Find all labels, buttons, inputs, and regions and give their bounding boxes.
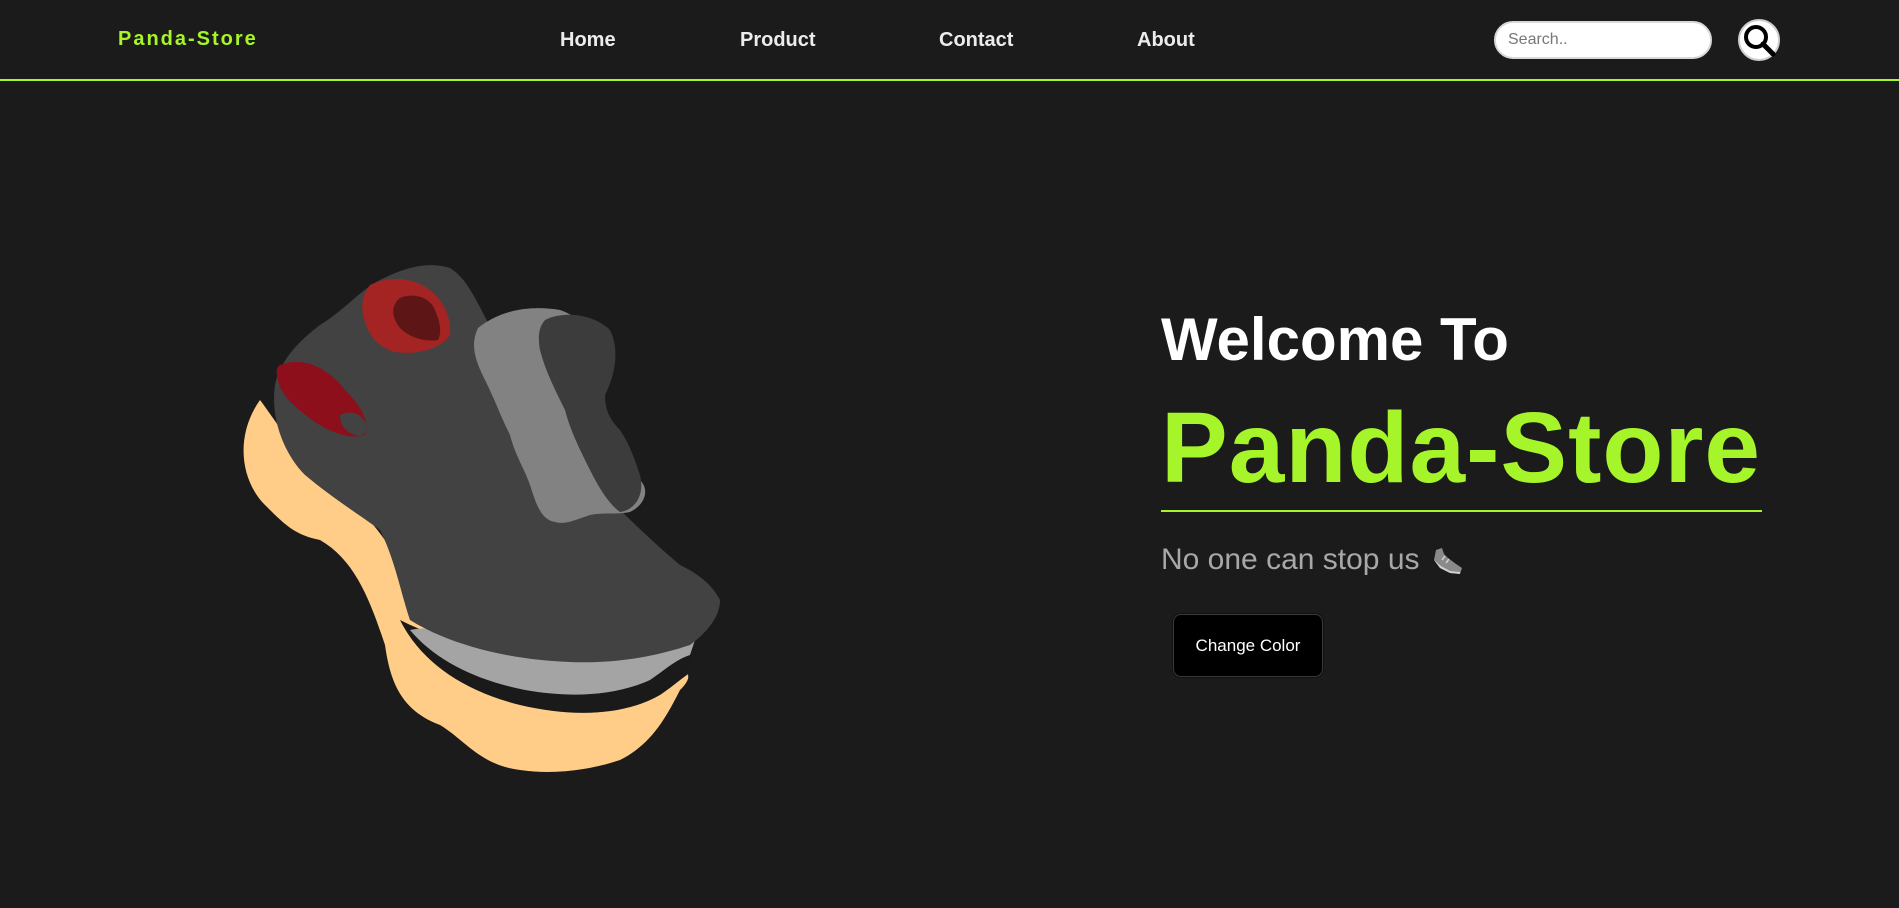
search-input[interactable] bbox=[1494, 21, 1712, 59]
nav-about-link[interactable]: About bbox=[1137, 29, 1195, 52]
brand-logo[interactable]: Panda-Store bbox=[118, 28, 258, 51]
sneaker-illustration bbox=[243, 265, 720, 772]
sneaker-icon bbox=[1433, 548, 1462, 575]
search-button[interactable] bbox=[1738, 19, 1780, 61]
title-underline bbox=[1161, 510, 1762, 512]
change-color-button[interactable]: Change Color bbox=[1173, 614, 1323, 677]
tagline-text: No one can stop us bbox=[1161, 543, 1420, 576]
welcome-heading: Welcome To bbox=[1161, 306, 1509, 373]
tagline: No one can stop us bbox=[1161, 543, 1464, 577]
nav-product-link[interactable]: Product bbox=[740, 29, 816, 52]
nav-contact-link[interactable]: Contact bbox=[939, 29, 1013, 52]
store-title: Panda-Store bbox=[1161, 392, 1762, 504]
magnifier-icon bbox=[1744, 25, 1776, 57]
top-navbar: Panda-Store Home Product Contact About bbox=[0, 0, 1899, 81]
nav-home-link[interactable]: Home bbox=[560, 29, 616, 52]
